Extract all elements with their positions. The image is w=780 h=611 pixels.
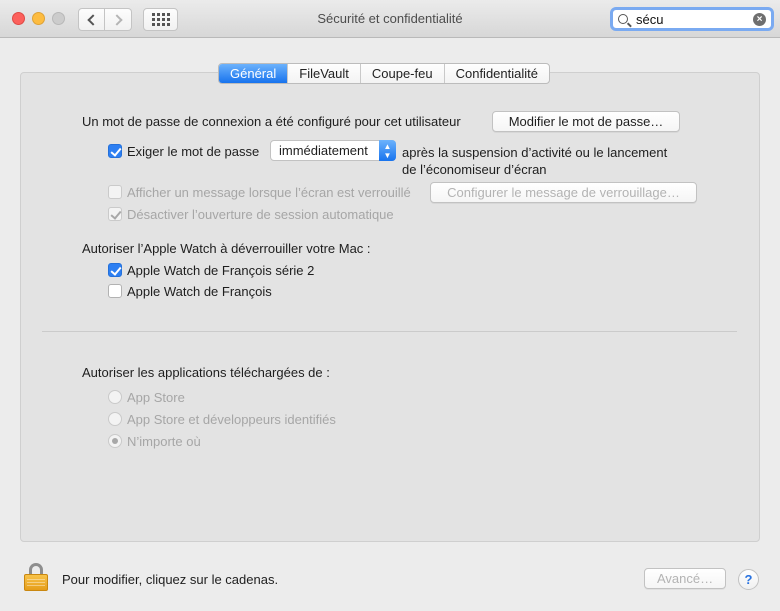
search-input[interactable]	[636, 11, 751, 27]
password-delay-value: immédiatement	[279, 143, 368, 158]
require-password-label: Exiger le mot de passe	[127, 144, 260, 159]
clear-icon[interactable]: ×	[753, 13, 766, 26]
watch-item: Apple Watch de François série 2	[108, 263, 314, 278]
password-status-text: Un mot de passe de connexion a été confi…	[82, 114, 461, 129]
disable-autologin-checkbox[interactable]	[108, 207, 122, 221]
tab-bar: Général FileVault Coupe-feu Confidential…	[218, 63, 550, 84]
watch-checkbox[interactable]	[108, 284, 122, 298]
select-arrows-icon: ▲ ▼	[379, 140, 396, 161]
show-message-row: Afficher un message lorsque l’écran est …	[108, 185, 411, 200]
help-icon[interactable]: ?	[738, 569, 759, 590]
advanced-button[interactable]: Avancé…	[644, 568, 726, 589]
radio-app-store[interactable]	[108, 390, 122, 404]
radio-app-store-identified[interactable]	[108, 412, 122, 426]
search-field[interactable]: ×	[610, 7, 774, 31]
change-password-button[interactable]: Modifier le mot de passe…	[492, 111, 680, 132]
tab-filevault[interactable]: FileVault	[287, 64, 360, 83]
require-password-row: Exiger le mot de passe	[108, 144, 259, 159]
require-password-suffix: après la suspension d’activité ou le lan…	[402, 145, 668, 177]
watch-item: Apple Watch de François	[108, 284, 272, 299]
lock-hint-text: Pour modifier, cliquez sur le cadenas.	[62, 572, 279, 587]
disable-autologin-label: Désactiver l’ouverture de session automa…	[127, 207, 394, 222]
configure-lock-message-button[interactable]: Configurer le message de verrouillage…	[430, 182, 697, 203]
download-option: N’importe où	[108, 434, 201, 449]
radio-anywhere[interactable]	[108, 434, 122, 448]
downloads-heading: Autoriser les applications téléchargées …	[82, 365, 330, 380]
tab-firewall[interactable]: Coupe-feu	[359, 64, 444, 83]
tab-privacy[interactable]: Confidentialité	[443, 64, 549, 83]
show-message-checkbox[interactable]	[108, 185, 122, 199]
require-password-checkbox[interactable]	[108, 144, 122, 158]
section-divider	[42, 331, 737, 332]
watch-series2-checkbox[interactable]	[108, 263, 122, 277]
apple-watch-heading: Autoriser l’Apple Watch à déverrouiller …	[82, 241, 371, 256]
search-icon	[618, 14, 628, 24]
title-bar: Sécurité et confidentialité ×	[0, 0, 780, 38]
lock-icon[interactable]	[24, 563, 48, 591]
disable-autologin-row: Désactiver l’ouverture de session automa…	[108, 207, 394, 222]
show-message-label: Afficher un message lorsque l’écran est …	[127, 185, 411, 200]
download-option: App Store et développeurs identifiés	[108, 412, 336, 427]
password-delay-select[interactable]: immédiatement ▲ ▼	[270, 140, 396, 161]
download-option: App Store	[108, 390, 185, 405]
tab-general[interactable]: Général	[219, 64, 288, 83]
